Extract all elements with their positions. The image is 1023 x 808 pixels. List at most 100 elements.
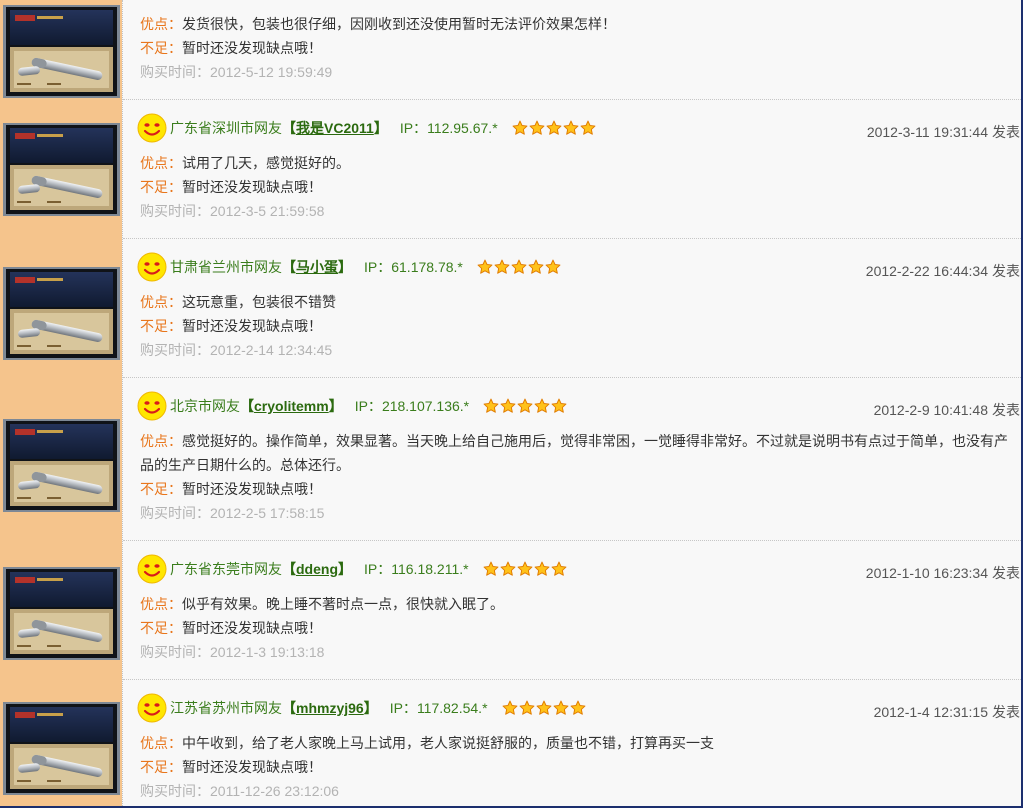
star-icon (477, 259, 493, 275)
pros-label: 优点： (140, 16, 182, 32)
review-header: 北京市网友 【 cryolitemm 】 IP：218.107.136.* 20… (123, 390, 1021, 422)
review-header: 广东省东莞市网友 【 ddeng 】 IP：116.18.211.* 2012-… (123, 553, 1021, 585)
bracket-close: 】 (338, 561, 352, 577)
review-body: 优点：似乎有效果。晚上睡不著时点一点，很快就入眠了。 不足：暂时还没发现缺点哦！… (123, 592, 1021, 664)
cons-text: 暂时还没发现缺点哦！ (182, 481, 322, 497)
cons-text: 暂时还没发现缺点哦！ (182, 318, 322, 334)
ip-label: IP： (364, 259, 392, 275)
star-icon (551, 398, 567, 414)
review-header: 甘肃省兰州市网友 【 马小蛋 】 IP：61.178.78.* 2012-2-2… (123, 251, 1021, 283)
review-pros: 优点：中午收到，给了老人家晚上马上试用，老人家说挺舒服的，质量也不错，打算再买一… (140, 731, 1015, 755)
bracket-close: 】 (328, 398, 343, 414)
review-item: 广东省东莞市网友 【 ddeng 】 IP：116.18.211.* 2012-… (123, 541, 1021, 680)
purchase-time-value: 2012-2-14 12:34:45 (210, 342, 333, 358)
product-thumbnail[interactable] (3, 702, 120, 795)
pen-gift-box-image (3, 267, 120, 360)
star-icon (483, 398, 499, 414)
review-cons: 不足：暂时还没发现缺点哦！ (140, 175, 1015, 199)
pros-label: 优点： (140, 433, 182, 449)
review-item: 广东省深圳市网友 【 我是VC2011 】 IP：112.95.67.* 201… (123, 100, 1021, 239)
star-icon (483, 561, 499, 577)
reviewer-username-link[interactable]: mhmzyj96 (296, 700, 364, 716)
purchase-time: 购买时间：2012-5-12 19:59:49 (140, 60, 1015, 84)
review-item: 优点：发货很快，包装也很仔细，因刚收到还没使用暂时无法评价效果怎样！ 不足：暂时… (123, 0, 1021, 100)
ip-label: IP： (364, 561, 392, 577)
post-date: 2012-3-11 19:31:44 发表 (867, 122, 1020, 142)
pros-text: 试用了几天，感觉挺好的。 (182, 155, 350, 171)
reviewer-location: 北京市网友 (170, 398, 240, 414)
star-icon (517, 398, 533, 414)
rating-stars (477, 259, 562, 275)
review-pros: 优点：这玩意重，包装很不错赞 (140, 290, 1015, 314)
pen-gift-box-image (3, 702, 120, 795)
pros-label: 优点： (140, 596, 182, 612)
reviewer-username-link[interactable]: cryolitemm (254, 398, 329, 414)
smiley-face-icon (137, 554, 167, 584)
post-date: 2012-2-22 16:44:34 发表 (866, 261, 1020, 281)
product-thumbnail[interactable] (3, 267, 120, 360)
smiley-face-icon (137, 693, 167, 723)
product-thumbnail[interactable] (3, 123, 120, 216)
review-list: 优点：发货很快，包装也很仔细，因刚收到还没使用暂时无法评价效果怎样！ 不足：暂时… (122, 0, 1021, 806)
reviewer-ip: IP：112.95.67.* (400, 118, 498, 138)
purchase-time-label: 购买时间： (140, 644, 210, 660)
reviewer-username-link[interactable]: 我是VC2011 (296, 118, 374, 138)
review-cons: 不足：暂时还没发现缺点哦！ (140, 616, 1015, 640)
post-date: 2012-1-4 12:31:15 发表 (874, 702, 1020, 722)
reviewer-location: 甘肃省兰州市网友 (170, 259, 282, 275)
purchase-time-label: 购买时间： (140, 505, 210, 521)
rating-stars (512, 120, 597, 136)
cons-text: 暂时还没发现缺点哦！ (182, 179, 322, 195)
bracket-close: 】 (373, 120, 388, 136)
star-icon (534, 561, 550, 577)
review-cons: 不足：暂时还没发现缺点哦！ (140, 477, 1015, 501)
bracket-open: 【 (282, 120, 296, 136)
star-icon (551, 561, 567, 577)
cons-text: 暂时还没发现缺点哦！ (182, 759, 322, 775)
purchase-time-label: 购买时间： (140, 342, 210, 358)
star-icon (517, 561, 533, 577)
purchase-time-value: 2012-5-12 19:59:49 (210, 64, 333, 80)
rating-stars (502, 700, 587, 716)
post-date-suffix: 发表 (992, 704, 1020, 720)
purchase-time-label: 购买时间： (140, 64, 210, 80)
reviewer-username-link[interactable]: 马小蛋 (296, 257, 338, 277)
post-date-value: 2012-2-9 10:41:48 (873, 402, 988, 418)
review-body: 优点：中午收到，给了老人家晚上马上试用，老人家说挺舒服的，质量也不错，打算再买一… (123, 731, 1021, 803)
cons-label: 不足： (140, 179, 182, 195)
cons-text: 暂时还没发现缺点哦！ (182, 620, 322, 636)
product-thumbnail[interactable] (3, 419, 120, 512)
review-cons: 不足：暂时还没发现缺点哦！ (140, 755, 1015, 779)
reviewer-ip: IP：218.107.136.* (355, 396, 469, 416)
pen-gift-box-image (3, 419, 120, 512)
reviewer-username-link[interactable]: ddeng (296, 561, 338, 577)
product-thumbnail[interactable] (3, 567, 120, 660)
purchase-time: 购买时间：2012-1-3 19:13:18 (140, 640, 1015, 664)
pen-gift-box-image (3, 567, 120, 660)
reviewer-location: 广东省深圳市网友 (170, 120, 282, 136)
pros-text: 感觉挺好的。操作简单，效果显著。当天晚上给自己施用后，觉得非常困，一觉睡得非常好… (140, 433, 1008, 473)
reviewer-ip: IP：61.178.78.* (364, 257, 463, 277)
purchase-time: 购买时间：2012-2-5 17:58:15 (140, 501, 1015, 525)
cons-label: 不足： (140, 318, 182, 334)
bracket-close: 】 (338, 259, 352, 275)
ip-value: 218.107.136.* (381, 398, 470, 414)
review-header: 广东省深圳市网友 【 我是VC2011 】 IP：112.95.67.* 201… (123, 112, 1021, 144)
product-thumbnail[interactable] (3, 5, 120, 98)
star-icon (500, 398, 516, 414)
purchase-time-value: 2012-1-3 19:13:18 (210, 644, 325, 660)
reviewer-ip: IP：116.18.211.* (364, 559, 469, 579)
review-body: 优点：感觉挺好的。操作简单，效果显著。当天晚上给自己施用后，觉得非常困，一觉睡得… (123, 429, 1021, 525)
post-date-suffix: 发表 (992, 565, 1020, 581)
cons-label: 不足： (140, 40, 182, 56)
purchase-time-value: 2012-2-5 17:58:15 (210, 505, 325, 521)
post-date-suffix: 发表 (992, 263, 1020, 279)
review-body: 优点：发货很快，包装也很仔细，因刚收到还没使用暂时无法评价效果怎样！ 不足：暂时… (123, 12, 1021, 84)
review-cons: 不足：暂时还没发现缺点哦！ (140, 36, 1015, 60)
purchase-time-label: 购买时间： (140, 203, 210, 219)
star-icon (536, 700, 552, 716)
review-pros: 优点：发货很快，包装也很仔细，因刚收到还没使用暂时无法评价效果怎样！ (140, 12, 1015, 36)
review-item: 江苏省苏州市网友 【 mhmzyj96 】 IP：117.82.54.* 201… (123, 680, 1021, 803)
review-body: 优点：这玩意重，包装很不错赞 不足：暂时还没发现缺点哦！ 购买时间：2012-2… (123, 290, 1021, 362)
post-date-value: 2012-2-22 16:44:34 (865, 263, 988, 279)
